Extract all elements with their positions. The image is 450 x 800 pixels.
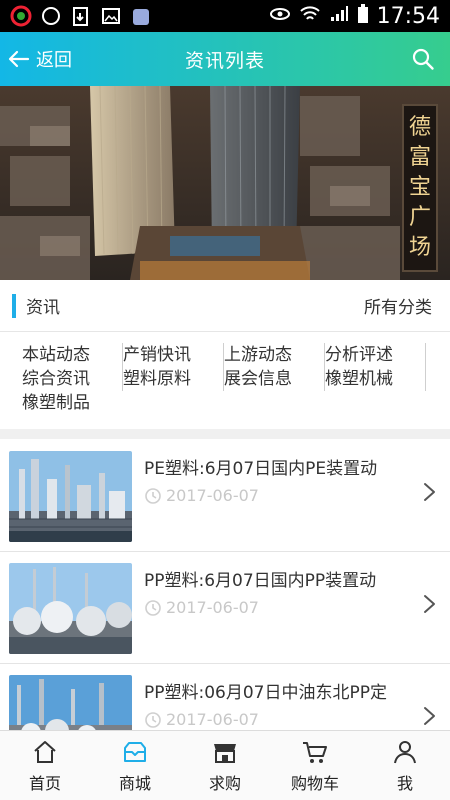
mall-icon [124,741,146,762]
category-item[interactable]: 本站动态 [22,343,123,367]
news-date: 2017-06-07 [166,598,259,617]
section-title-group: 资讯 [0,293,60,318]
category-item[interactable]: 橡塑制品 [22,391,123,415]
clock-icon [145,711,161,728]
nav-label: 我 [396,773,413,793]
news-list-item[interactable]: PP塑料:06月07日中油东北PP定 2017-06-07 [0,664,450,730]
battery-icon [357,3,369,29]
news-thumbnail [9,563,132,654]
status-bar: 17:54 [0,0,450,32]
news-thumbnail [9,451,132,542]
status-system-icons: 17:54 [269,3,440,29]
store-icon [214,743,236,763]
sync-icon [40,5,62,27]
chevron-right-icon [424,707,435,725]
banner-sign-char: 场 [408,235,431,260]
category-item[interactable]: 产销快讯 [123,343,224,367]
status-notification-icons [10,5,152,27]
nav-label: 商城 [118,773,151,793]
cart-icon [303,741,327,763]
category-item[interactable]: 上游动态 [224,343,325,367]
news-date: 2017-06-07 [166,710,259,729]
chevron-right-icon [424,595,435,613]
page-title: 资讯列表 [184,49,265,72]
search-icon [412,48,434,70]
chevron-right-icon [424,483,435,501]
nav-purchase[interactable]: 求购 [180,731,270,800]
news-title: PP塑料:06月07日中油东北PP定 [144,683,387,703]
section-header: 资讯 所有分类 [0,280,450,332]
all-categories-link[interactable]: 所有分类 [364,293,432,318]
section-accent-bar [12,293,16,318]
nav-mall[interactable]: 商城 [90,731,180,800]
nav-label: 首页 [28,773,61,793]
news-list: PE塑料:6月07日国内PE装置动 2017-06-07 PP塑料:6月07日国… [0,440,450,730]
signal-icon [329,5,349,28]
news-thumbnail [9,675,132,730]
news-title: PP塑料:6月07日国内PP装置动 [144,571,377,591]
news-list-item[interactable]: PP塑料:6月07日国内PP装置动 2017-06-07 [0,552,450,664]
home-icon [34,740,56,763]
nav-label: 购物车 [290,773,339,793]
news-date-group: 2017-06-07 [144,486,259,505]
news-date-group: 2017-06-07 [144,598,259,617]
news-title: PE塑料:6月07日国内PE装置动 [144,459,378,479]
banner-sign-char: 广 [408,205,431,230]
refinery-image [9,451,132,542]
news-date: 2017-06-07 [166,486,259,505]
app-icon [10,5,32,27]
banner-sign: 德 富 宝 广 场 [402,104,438,272]
nav-me[interactable]: 我 [360,731,450,800]
news-list-item[interactable]: PE塑料:6月07日国内PE装置动 2017-06-07 [0,440,450,552]
wifi-icon [299,5,321,28]
bottom-navigation: 首页 商城 求购 购物车 我 [0,730,450,800]
category-item[interactable]: 分析评述 [325,343,426,367]
eye-icon [269,6,291,27]
category-grid-container: 本站动态 产销快讯 上游动态 分析评述 综合资讯 塑料原料 展会信息 橡塑机械 … [0,333,450,429]
category-item[interactable]: 综合资讯 [22,367,123,391]
banner-image[interactable]: 德 富 宝 广 场 [0,86,450,280]
banner-buildings-illustration [0,86,450,280]
section-title: 资讯 [26,298,60,318]
search-button[interactable] [408,44,438,74]
industrial-plant-image [9,675,132,730]
banner-sign-char: 德 [408,115,431,140]
image-icon [100,5,122,27]
clock-icon [145,599,161,616]
status-time: 17:54 [376,3,440,29]
section-divider [0,429,450,439]
nav-cart[interactable]: 购物车 [270,731,360,800]
shopping-bag-icon [130,5,152,27]
spherical-tanks-image [9,563,132,654]
category-item[interactable]: 展会信息 [224,367,325,391]
category-item[interactable]: 橡塑机械 [325,367,426,391]
category-grid: 本站动态 产销快讯 上游动态 分析评述 综合资讯 塑料原料 展会信息 橡塑机械 … [22,343,450,415]
nav-home[interactable]: 首页 [0,731,90,800]
category-item[interactable]: 塑料原料 [123,367,224,391]
nav-label: 求购 [208,773,241,793]
download-icon [70,5,92,27]
user-icon [394,740,416,763]
banner-sign-char: 富 [408,145,431,170]
news-date-group: 2017-06-07 [144,710,259,729]
clock-icon [145,487,161,504]
banner-sign-char: 宝 [408,175,431,200]
app-header: 返回 资讯列表 [0,32,450,86]
